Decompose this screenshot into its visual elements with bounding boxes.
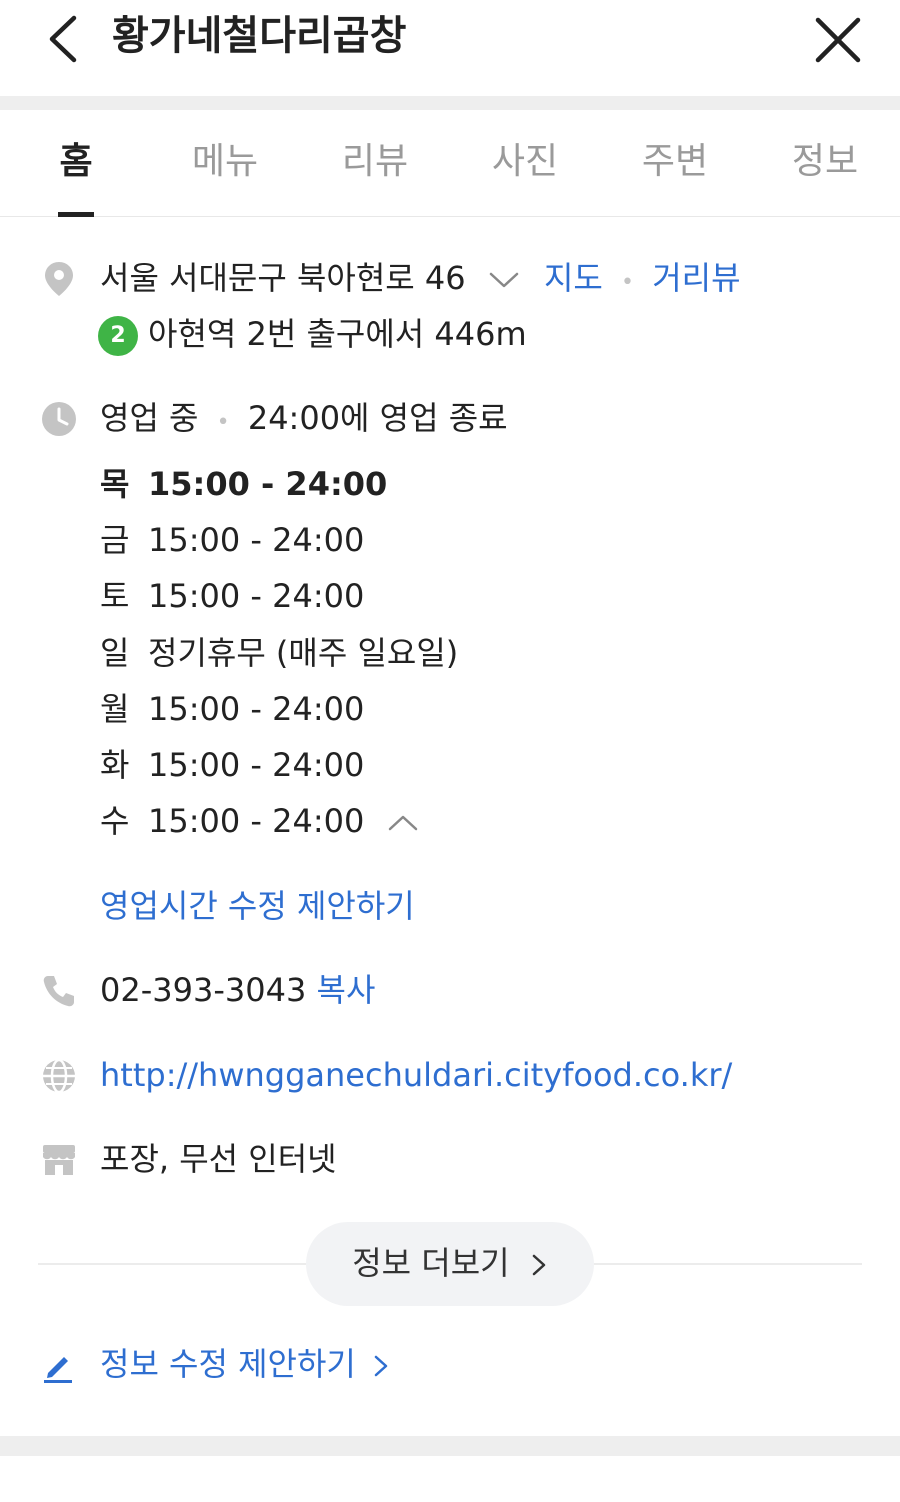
hours-row-tue: 화 15:00 - 24:00	[100, 745, 364, 785]
tab-bar: 홈 메뉴 리뷰 사진 주변 정보	[0, 110, 900, 217]
location-pin-icon	[45, 262, 73, 296]
chevron-down-icon[interactable]	[488, 269, 520, 291]
hours-row-wed: 수 15:00 - 24:00	[100, 801, 433, 841]
edit-suggest-label: 정보 수정 제안하기	[100, 1345, 356, 1383]
amenities-text: 포장, 무선 인터넷	[100, 1140, 337, 1178]
day-label: 금	[100, 521, 130, 559]
address-text: 서울 서대문구 북아현로 46	[100, 259, 466, 297]
more-info-label: 정보 더보기	[352, 1244, 510, 1282]
close-button[interactable]	[810, 12, 866, 68]
separator-dot: •	[621, 270, 635, 295]
separator-dot: •	[216, 410, 230, 435]
section-divider	[0, 1436, 900, 1456]
active-tab-indicator	[58, 212, 94, 217]
chevron-right-icon	[532, 1254, 546, 1276]
hours-time: 15:00 - 24:00	[148, 577, 365, 615]
hours-time: 15:00 - 24:00	[148, 802, 365, 840]
day-label: 목	[100, 465, 130, 503]
phone-number[interactable]: 02-393-3043	[100, 971, 306, 1009]
close-icon	[815, 17, 861, 63]
tab-reviews[interactable]: 리뷰	[300, 110, 450, 216]
hours-row-mon: 월 15:00 - 24:00	[100, 689, 364, 729]
chevron-right-icon	[374, 1355, 388, 1377]
hours-time: 15:00 - 24:00	[148, 746, 365, 784]
hours-row-thu: 목 15:00 - 24:00	[100, 464, 387, 504]
place-title: 황가네철다리곱창	[112, 13, 407, 59]
subway-line-badge: 2	[98, 316, 138, 356]
closing-time-text: 24:00에 영업 종료	[247, 399, 508, 437]
tab-menu[interactable]: 메뉴	[150, 110, 300, 216]
day-label: 월	[100, 690, 130, 728]
back-button[interactable]	[38, 12, 88, 66]
chevron-up-icon[interactable]	[387, 812, 419, 834]
day-label: 화	[100, 746, 130, 784]
more-info-button[interactable]: 정보 더보기	[306, 1222, 594, 1306]
subway-distance-text: 아현역 2번 출구에서 446m	[148, 315, 527, 353]
phone-icon	[43, 976, 74, 1007]
business-status: 영업 중	[100, 399, 199, 437]
pencil-icon	[44, 1357, 72, 1383]
hours-edit-link[interactable]: 영업시간 수정 제안하기	[100, 887, 415, 925]
day-label: 일	[100, 634, 130, 672]
globe-icon	[43, 1058, 75, 1094]
chevron-left-icon	[49, 15, 77, 63]
map-link[interactable]: 지도	[544, 259, 603, 297]
copy-phone-link[interactable]: 복사	[317, 971, 376, 1009]
tab-nearby[interactable]: 주변	[600, 110, 750, 216]
tab-info[interactable]: 정보	[750, 110, 900, 216]
hours-row-fri: 금 15:00 - 24:00	[100, 520, 364, 560]
store-icon	[43, 1145, 75, 1175]
hours-row-sun: 일 정기휴무 (매주 일요일)	[100, 633, 458, 673]
top-bar: 황가네철다리곱창	[0, 0, 900, 96]
hours-time: 정기휴무 (매주 일요일)	[148, 634, 459, 672]
streetview-link[interactable]: 거리뷰	[652, 259, 740, 297]
tab-home[interactable]: 홈	[1, 110, 151, 216]
tab-photos[interactable]: 사진	[450, 110, 600, 216]
hours-row-sat: 토 15:00 - 24:00	[100, 576, 364, 616]
day-label: 수	[100, 802, 130, 840]
clock-icon	[42, 402, 76, 436]
hours-time: 15:00 - 24:00	[148, 690, 365, 728]
website-link[interactable]: http://hwngganechuldari.cityfood.co.kr/	[100, 1056, 732, 1094]
hours-time: 15:00 - 24:00	[148, 521, 365, 559]
hours-time: 15:00 - 24:00	[148, 465, 388, 503]
section-divider	[0, 96, 900, 110]
day-label: 토	[100, 577, 130, 615]
